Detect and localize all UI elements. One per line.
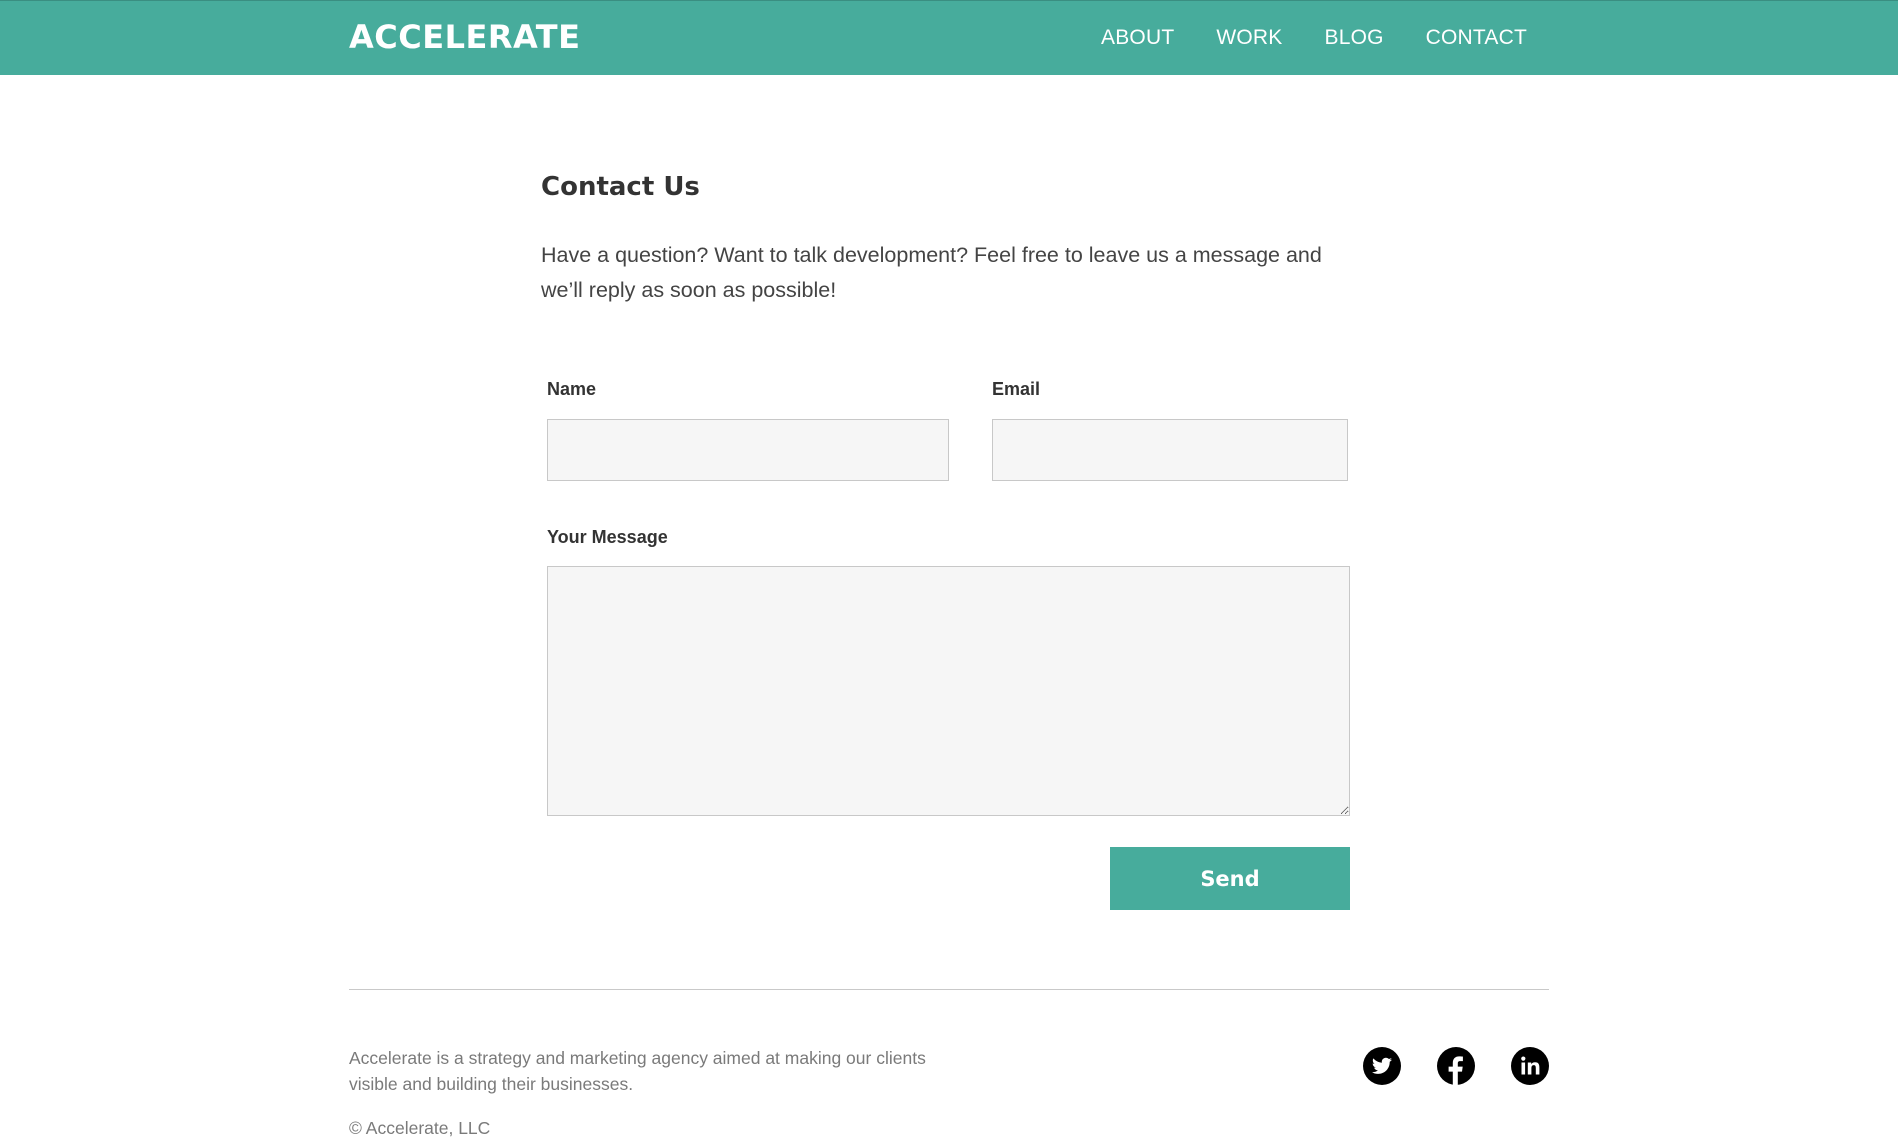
name-label: Name (547, 379, 597, 399)
nav-item-about[interactable]: ABOUT (1101, 26, 1174, 50)
nav-item-work[interactable]: WORK (1216, 26, 1282, 50)
email-input[interactable] (992, 419, 1348, 481)
send-button[interactable]: Send (1110, 847, 1350, 910)
social-links (1363, 1047, 1549, 1085)
facebook-icon (1437, 1047, 1475, 1085)
email-label: Email (992, 379, 1041, 399)
twitter-link[interactable] (1363, 1047, 1401, 1085)
nav-item-blog[interactable]: BLOG (1325, 26, 1384, 50)
message-textarea[interactable] (547, 566, 1350, 816)
nav-item-contact[interactable]: CONTACT (1426, 26, 1527, 50)
intro-text: Have a question? Want to talk developmen… (541, 243, 1322, 302)
linkedin-icon (1511, 1047, 1549, 1085)
facebook-link[interactable] (1437, 1047, 1475, 1085)
linkedin-link[interactable] (1511, 1047, 1549, 1085)
main-nav: ABOUT WORK BLOG CONTACT (1101, 1, 1527, 74)
copyright-text: © Accelerate, LLC (349, 1118, 491, 1138)
footer-divider (349, 989, 1549, 990)
footer-description: Accelerate is a strategy and marketing a… (349, 1048, 926, 1094)
page-title: Contact Us (541, 172, 700, 202)
twitter-icon (1363, 1047, 1401, 1085)
site-header: ACCELERATE ABOUT WORK BLOG CONTACT (0, 0, 1898, 75)
contact-section: Contact Us Have a question? Want to talk… (541, 170, 1351, 308)
name-input[interactable] (547, 419, 949, 481)
site-logo[interactable]: ACCELERATE (349, 17, 580, 57)
message-label: Your Message (547, 527, 668, 547)
